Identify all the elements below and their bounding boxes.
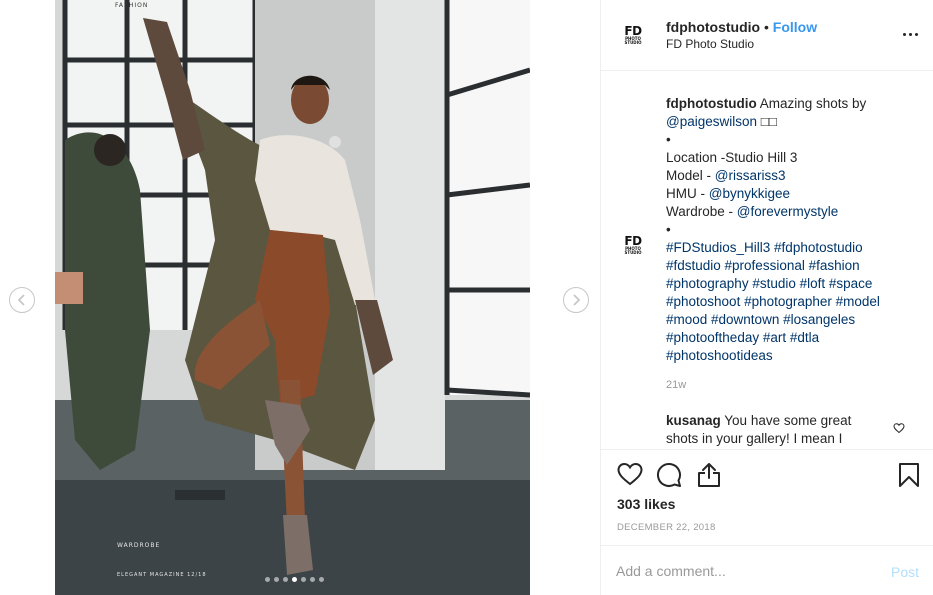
mention-model[interactable]: @rissariss3 bbox=[715, 168, 786, 183]
caption-model-label: Model - bbox=[666, 168, 715, 183]
like-comment-button[interactable] bbox=[893, 421, 905, 437]
share-upload-icon bbox=[698, 463, 720, 487]
carousel-dot bbox=[319, 577, 324, 582]
carousel-prev-button[interactable] bbox=[9, 287, 35, 313]
mention-hmu[interactable]: @bynykkigee bbox=[709, 186, 790, 201]
caption-hmu-label: HMU - bbox=[666, 186, 709, 201]
comment-button[interactable] bbox=[656, 462, 682, 491]
comment-text: shots in your gallery! I mean I bbox=[666, 431, 843, 446]
avatar-logo-subtext: PHOTO STUDIO bbox=[624, 35, 642, 45]
carousel-next-button[interactable] bbox=[563, 287, 589, 313]
mention-wardrobe[interactable]: @forevermystyle bbox=[737, 204, 838, 219]
comment-item: kusanag You have some great shots in you… bbox=[666, 412, 891, 448]
hashtag-line[interactable]: #photoshootideas bbox=[666, 347, 916, 365]
caption-wardrobe-label: Wardrobe - bbox=[666, 204, 737, 219]
follow-button[interactable]: Follow bbox=[773, 19, 817, 35]
comment-username[interactable]: kusanag bbox=[666, 413, 721, 428]
post-header: FD PHOTO STUDIO fdphotostudio • Follow F… bbox=[601, 0, 933, 71]
post-photo[interactable]: FASHION WARDROBE ELEGANT MAGAZINE 12/18 bbox=[55, 0, 530, 595]
caption-username[interactable]: fdphotostudio bbox=[666, 96, 757, 111]
post-media-area: FASHION WARDROBE ELEGANT MAGAZINE 12/18 bbox=[0, 0, 600, 595]
like-button[interactable] bbox=[617, 462, 643, 489]
comment-form: Post bbox=[601, 545, 933, 595]
caption-location: Location -Studio Hill 3 bbox=[666, 150, 798, 165]
caption-avatar[interactable]: FD PHOTO STUDIO bbox=[618, 230, 648, 260]
caption-bullet: • bbox=[666, 222, 671, 237]
header-username[interactable]: fdphotostudio bbox=[666, 19, 760, 35]
header-user-line: fdphotostudio • Follow bbox=[666, 19, 817, 35]
follow-separator: • bbox=[760, 19, 773, 35]
carousel-dot bbox=[283, 577, 288, 582]
carousel-dot bbox=[265, 577, 270, 582]
caption-bullet: • bbox=[666, 132, 671, 147]
more-dot-icon bbox=[915, 33, 918, 36]
comment-text: You have some great bbox=[720, 413, 852, 428]
chevron-right-icon bbox=[573, 294, 581, 306]
avatar-logo-text: FD bbox=[624, 23, 642, 38]
mention-photographer[interactable]: @paigeswilson bbox=[666, 114, 757, 129]
chevron-left-icon bbox=[17, 294, 25, 306]
avatar-partial-icon bbox=[621, 439, 645, 446]
comment-bubble-icon bbox=[657, 463, 681, 487]
more-dot-icon bbox=[909, 33, 912, 36]
avatar-logo-text: FD bbox=[624, 233, 642, 248]
more-options-button[interactable] bbox=[903, 33, 918, 36]
hashtag-line[interactable]: #photooftheday #art #dtla bbox=[666, 329, 916, 347]
post-date: DECEMBER 22, 2018 bbox=[617, 522, 716, 533]
more-dot-icon bbox=[903, 33, 906, 36]
bookmark-icon bbox=[899, 463, 919, 487]
heart-outline-icon bbox=[893, 423, 905, 434]
caption-text: Amazing shots by bbox=[756, 96, 867, 111]
avatar-logo-subtext: PHOTO STUDIO bbox=[624, 245, 642, 255]
carousel-dot bbox=[310, 577, 315, 582]
likes-count[interactable]: 303 likes bbox=[617, 496, 675, 512]
avatar[interactable]: FD PHOTO STUDIO bbox=[618, 20, 648, 50]
hashtag-line[interactable]: #photography #studio #loft #space bbox=[666, 275, 916, 293]
post-comment-button[interactable]: Post bbox=[891, 564, 919, 580]
post-details-panel: FD PHOTO STUDIO fdphotostudio • Follow F… bbox=[600, 0, 933, 595]
carousel-dot-active bbox=[292, 577, 297, 582]
fashion-photo-illustration bbox=[55, 0, 530, 595]
comment-avatar[interactable] bbox=[621, 436, 645, 446]
carousel-indicator bbox=[265, 577, 324, 582]
hashtag-line[interactable]: #mood #downtown #losangeles bbox=[666, 311, 916, 329]
hashtag-line[interactable]: #fdstudio #professional #fashion bbox=[666, 257, 916, 275]
comments-section: FD PHOTO STUDIO fdphotostudio Amazing sh… bbox=[601, 71, 933, 449]
caption-emoji: □□ bbox=[757, 114, 778, 129]
hashtag-line[interactable]: #FDStudios_Hill3 #fdphotostudio bbox=[666, 239, 916, 257]
share-button[interactable] bbox=[697, 462, 721, 491]
magazine-section-label: FASHION bbox=[115, 2, 149, 9]
post-actions: 303 likes DECEMBER 22, 2018 bbox=[601, 449, 933, 545]
magazine-wardrobe-label: WARDROBE bbox=[117, 542, 161, 549]
carousel-dot bbox=[274, 577, 279, 582]
carousel-dot bbox=[301, 577, 306, 582]
post-caption: fdphotostudio Amazing shots by @paigeswi… bbox=[666, 95, 916, 365]
comment-input[interactable] bbox=[616, 563, 866, 579]
magazine-issue-label: ELEGANT MAGAZINE 12/18 bbox=[117, 572, 207, 578]
header-full-name: FD Photo Studio bbox=[666, 37, 755, 51]
hashtag-line[interactable]: #photoshoot #photographer #model bbox=[666, 293, 916, 311]
heart-outline-icon bbox=[617, 462, 643, 486]
save-button[interactable] bbox=[898, 462, 920, 491]
caption-time-ago[interactable]: 21w bbox=[666, 379, 686, 391]
